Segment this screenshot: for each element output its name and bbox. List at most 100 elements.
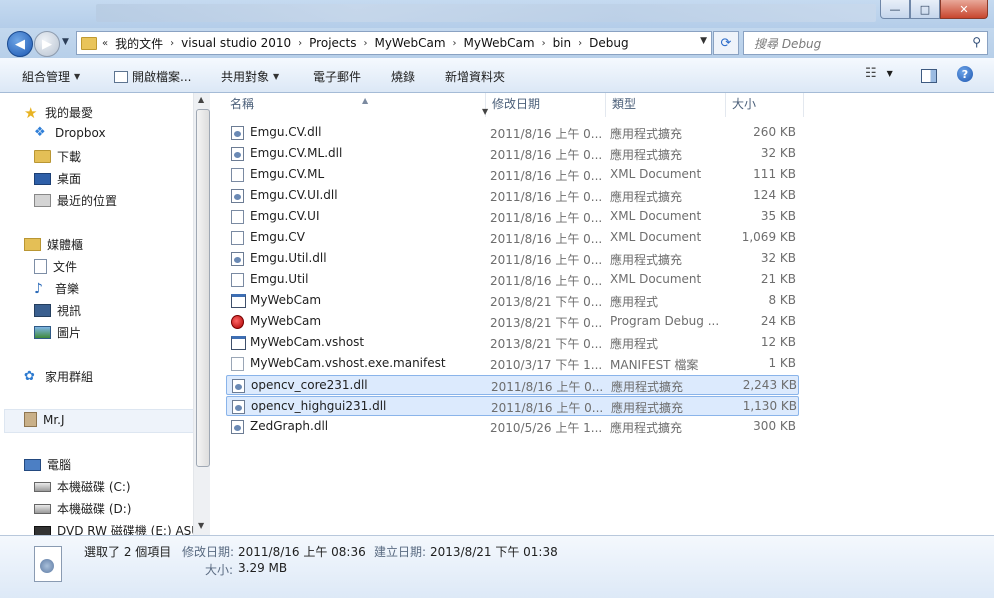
help-button[interactable]: ?	[957, 66, 973, 82]
file-row[interactable]: opencv_core231.dll 2011/8/16 上午 0... 應用程式擴…	[226, 375, 799, 395]
nav-user[interactable]: Mr.J	[24, 412, 65, 427]
file-name: Emgu.CV	[250, 230, 305, 244]
file-row[interactable]: Emgu.CV.UI 2011/8/16 上午 0... XML Document 3…	[226, 207, 799, 227]
search-input[interactable]	[752, 34, 956, 54]
search-icon[interactable]: ⚲	[972, 35, 981, 49]
file-list: 名稱 ▲ ▼ 修改日期 類型 大小 Emgu.CV.dll 2011/8/16 上…	[212, 93, 994, 535]
nav-drive-e[interactable]: DVD RW 磁碟機 (E:) ASU	[34, 522, 200, 535]
file-row[interactable]: MyWebCam.vshost 2013/8/21 下午 0... 應用程式 12 K…	[226, 333, 799, 353]
xml-file-icon	[231, 231, 244, 245]
file-row[interactable]: Emgu.CV.ML.dll 2011/8/16 上午 0... 應用程式擴充 32 …	[226, 144, 799, 164]
file-type: 應用程式擴充	[611, 380, 684, 394]
nav-label: 文件	[53, 260, 78, 274]
organize-button[interactable]: 組合管理 ▼	[22, 68, 80, 85]
breadcrumb-my-documents[interactable]: 我的文件	[113, 35, 165, 52]
file-type: 應用程式	[610, 295, 659, 309]
minimize-button[interactable]: —	[880, 0, 910, 19]
scrollbar-thumb[interactable]	[196, 109, 210, 467]
file-row[interactable]: MyWebCam 2013/8/21 下午 0... 應用程式 8 KB	[226, 291, 799, 311]
xml-file-icon	[231, 168, 244, 182]
documents-icon	[34, 259, 47, 274]
dll-file-icon	[231, 126, 244, 140]
share-button[interactable]: 共用對象 ▼	[221, 68, 279, 85]
dropbox-icon: ❖	[34, 125, 46, 140]
nav-label: 家用群組	[45, 370, 94, 384]
file-row[interactable]: Emgu.CV.UI.dll 2011/8/16 上午 0... 應用程式擴充 124…	[226, 186, 799, 206]
chevron-right-icon[interactable]: ›	[170, 38, 174, 49]
change-view-button[interactable]: ☷ ▼	[865, 66, 893, 81]
chevron-right-icon[interactable]: ›	[298, 38, 302, 49]
breadcrumb-debug[interactable]: Debug	[587, 36, 630, 50]
file-type: Program Debug ...	[610, 314, 720, 328]
videos-icon	[34, 304, 51, 317]
file-type: 應用程式擴充	[611, 401, 684, 415]
nav-drive-d[interactable]: 本機磁碟 (D:)	[34, 500, 131, 517]
breadcrumb-visual-studio[interactable]: visual studio 2010	[179, 36, 293, 50]
chevron-right-icon[interactable]: ›	[578, 38, 582, 49]
nav-documents[interactable]: 文件	[34, 258, 77, 275]
file-row[interactable]: Emgu.CV.ML 2011/8/16 上午 0... XML Document 1…	[226, 165, 799, 185]
breadcrumb-projects[interactable]: Projects	[307, 36, 358, 50]
column-header-size[interactable]: 大小	[726, 93, 804, 117]
column-header-name[interactable]: 名稱 ▲ ▼	[224, 93, 488, 117]
nav-pictures[interactable]: 圖片	[34, 324, 81, 341]
nav-computer[interactable]: 電腦	[24, 456, 71, 473]
chevron-right-icon[interactable]: ›	[453, 38, 457, 49]
column-name-label: 名稱	[230, 97, 255, 111]
nav-desktop[interactable]: 桌面	[34, 170, 81, 187]
file-row[interactable]: Emgu.Util.dll 2011/8/16 上午 0... 應用程式擴充 32 K…	[226, 249, 799, 269]
nav-label: 最近的位置	[57, 194, 118, 208]
nav-videos[interactable]: 視訊	[34, 302, 81, 319]
file-row[interactable]: opencv_highgui231.dll 2011/8/16 上午 0... 應用…	[226, 396, 799, 416]
overflow-chevron[interactable]: «	[102, 38, 108, 49]
burn-button[interactable]: 燒錄	[391, 68, 415, 85]
sort-ascending-icon: ▲	[362, 96, 369, 105]
file-size: 32 KB	[760, 251, 796, 265]
scroll-down-icon[interactable]: ▼	[198, 521, 204, 530]
refresh-button[interactable]: ⟳	[713, 31, 739, 55]
new-folder-button[interactable]: 新增資料夾	[445, 68, 505, 85]
app-icon	[114, 70, 128, 83]
chevron-right-icon[interactable]: ›	[542, 38, 546, 49]
chevron-right-icon[interactable]: ›	[363, 38, 367, 49]
address-dropdown-icon[interactable]: ▼	[700, 36, 707, 46]
scroll-up-icon[interactable]: ▲	[198, 95, 204, 104]
nav-scrollbar[interactable]: ▲ ▼	[193, 93, 210, 535]
file-row[interactable]: Emgu.CV.dll 2011/8/16 上午 0... 應用程式擴充 260 KB	[226, 123, 799, 143]
nav-downloads[interactable]: 下載	[34, 148, 81, 165]
file-name: Emgu.CV.dll	[250, 125, 322, 139]
xml-file-icon	[231, 210, 244, 224]
file-modified-date: 2010/3/17 下午 1...	[490, 358, 602, 372]
file-type: XML Document	[610, 167, 702, 181]
forward-button[interactable]: ▶	[34, 31, 60, 57]
file-row[interactable]: MyWebCam.vshost.exe.manifest 2010/3/17 下午…	[226, 354, 799, 374]
nav-drive-c[interactable]: 本機磁碟 (C:)	[34, 478, 131, 495]
address-bar[interactable]: « 我的文件 › visual studio 2010 › Projects ›…	[76, 31, 712, 55]
breadcrumb-mywebcam-project[interactable]: MyWebCam	[462, 36, 537, 50]
column-header-type[interactable]: 類型	[606, 93, 726, 117]
file-row[interactable]: ZedGraph.dll 2010/5/26 上午 1... 應用程式擴充 300 K…	[226, 417, 799, 437]
nav-dropbox[interactable]: ❖ Dropbox	[34, 125, 106, 141]
file-row[interactable]: Emgu.Util 2011/8/16 上午 0... XML Document 21…	[226, 270, 799, 290]
nav-recent-places[interactable]: 最近的位置	[34, 192, 117, 209]
views-icon: ☷	[865, 66, 877, 81]
nav-libraries[interactable]: 媒體櫃	[24, 236, 83, 253]
star-icon: ★	[24, 103, 38, 122]
back-button[interactable]: ◀	[7, 31, 33, 57]
recent-pages-dropdown-icon[interactable]: ▼	[62, 37, 69, 47]
breadcrumb-mywebcam-solution[interactable]: MyWebCam	[372, 36, 447, 50]
search-box[interactable]: ⚲	[743, 31, 988, 55]
breadcrumb-bin[interactable]: bin	[551, 36, 574, 50]
nav-music[interactable]: ♪ 音樂	[34, 280, 79, 297]
column-header-date[interactable]: 修改日期	[486, 93, 606, 117]
nav-homegroup[interactable]: ✿ 家用群組	[24, 368, 93, 385]
file-row[interactable]: Emgu.CV 2011/8/16 上午 0... XML Document 1,06…	[226, 228, 799, 248]
file-row[interactable]: MyWebCam 2013/8/21 下午 0... Program Debug .…	[226, 312, 799, 332]
nav-favorites[interactable]: ★ 我的最愛	[24, 104, 93, 121]
nav-label: 媒體櫃	[47, 238, 84, 252]
email-button[interactable]: 電子郵件	[313, 68, 361, 85]
open-file-button[interactable]: 開啟檔案...	[114, 68, 191, 85]
close-button[interactable]: ✕	[940, 0, 988, 19]
maximize-button[interactable]: □	[910, 0, 940, 19]
preview-pane-button[interactable]	[921, 69, 937, 83]
